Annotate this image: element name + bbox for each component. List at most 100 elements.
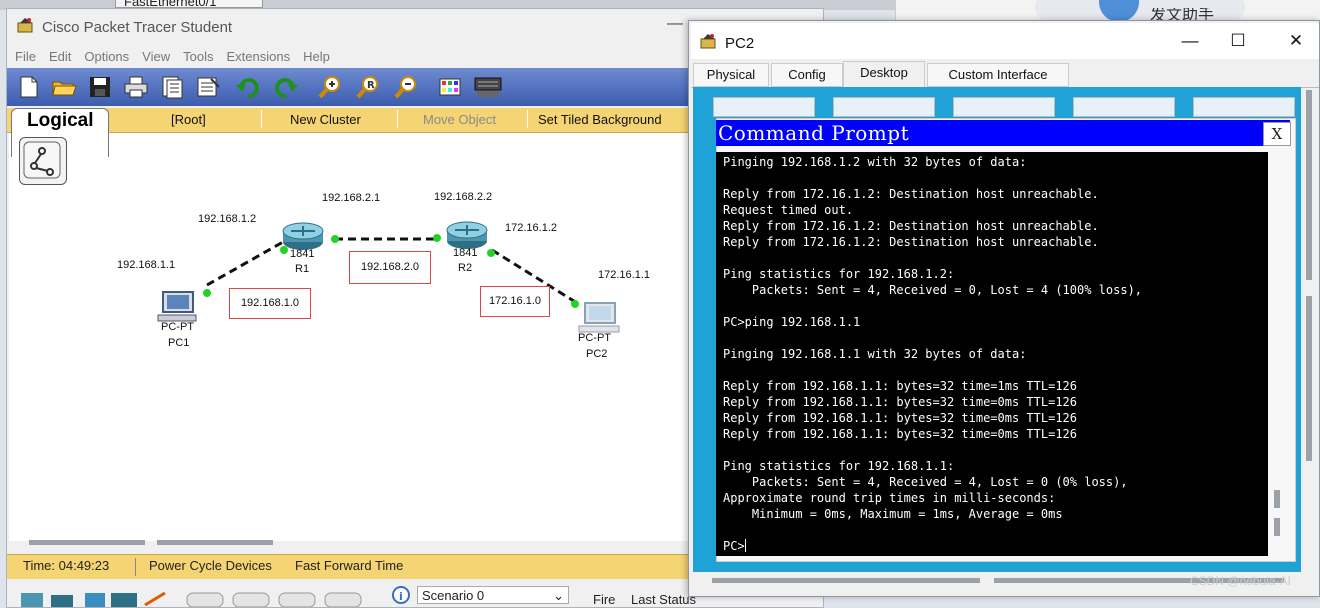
tab-custom-interface[interactable]: Custom Interface	[927, 63, 1069, 87]
palette-icon[interactable]	[437, 75, 463, 99]
chevron-down-icon: ⌄	[553, 588, 564, 603]
menu-tools[interactable]: Tools	[183, 47, 213, 67]
root-label[interactable]: [Root]	[171, 112, 206, 127]
svg-text:R: R	[367, 80, 375, 91]
notes-icon[interactable]	[195, 75, 221, 99]
separator	[261, 110, 262, 128]
watermark-text: CSDN @nebula-AI	[1190, 574, 1291, 588]
fire-column-header: Fire	[593, 592, 616, 607]
network-label-172-16-1-0[interactable]: 172.16.1.0	[480, 286, 550, 317]
menu-options[interactable]: Options	[84, 47, 129, 67]
ip-pc2: 172.16.1.1	[598, 269, 650, 281]
r2-name-label: R2	[458, 262, 473, 274]
scenario-value: Scenario 0	[422, 588, 485, 603]
set-tiled-background-button[interactable]: Set Tiled Background	[538, 112, 662, 127]
minimize-button[interactable]: —	[1175, 31, 1205, 51]
router-r2-icon[interactable]	[446, 221, 488, 249]
activity-wizard-icon[interactable]	[159, 75, 185, 99]
pc2-icon[interactable]	[578, 302, 620, 333]
terminal-scrollbar[interactable]	[1272, 490, 1282, 536]
device-type-icons[interactable]	[7, 579, 407, 607]
link-endpoint	[203, 289, 211, 297]
time-display: Time: 04:49:23	[23, 558, 110, 573]
pc2-title-bar: PC2 — ☐ ✕	[691, 23, 1319, 59]
vertical-scrollbar[interactable]	[1306, 90, 1312, 280]
minimize-button[interactable]: —	[667, 15, 683, 33]
packet-tracer-logo-icon	[700, 34, 716, 49]
command-prompt-title: Command Prompt	[718, 121, 910, 145]
close-button[interactable]: ✕	[1281, 31, 1311, 51]
move-object-button[interactable]: Move Object	[423, 112, 496, 127]
zoom-out-icon[interactable]	[393, 75, 419, 99]
link-endpoint	[433, 234, 441, 242]
desktop-app-icon[interactable]	[833, 97, 935, 117]
desktop-app-icon[interactable]	[1193, 97, 1295, 117]
pc1-model-label: PC-PT	[161, 321, 194, 333]
power-cycle-button[interactable]: Power Cycle Devices	[149, 558, 272, 573]
tab-physical[interactable]: Physical	[693, 63, 769, 87]
tab-config[interactable]: Config	[771, 63, 843, 87]
pc2-name-label: PC2	[586, 348, 608, 360]
background-tab: FastEthernet0/1	[115, 0, 263, 8]
horizontal-scrollbar[interactable]	[712, 578, 980, 583]
menu-file[interactable]: File	[15, 47, 36, 67]
horizontal-scrollbar[interactable]	[157, 540, 273, 545]
menu-help[interactable]: Help	[303, 47, 330, 67]
redo-icon[interactable]	[273, 75, 299, 99]
vertical-scrollbar[interactable]	[1306, 296, 1312, 461]
maximize-button[interactable]: ☐	[1223, 31, 1253, 51]
menu-edit[interactable]: Edit	[49, 47, 71, 67]
ip-r1-g: 192.168.1.2	[198, 213, 257, 225]
zoom-in-icon[interactable]	[317, 75, 343, 99]
tab-desktop[interactable]: Desktop	[843, 61, 925, 89]
new-cluster-button[interactable]: New Cluster	[290, 112, 361, 127]
pc2-model-label: PC-PT	[578, 332, 611, 344]
link-pc1-r1	[206, 240, 284, 287]
separator	[135, 558, 136, 576]
packet-tracer-logo-icon	[17, 18, 33, 33]
menu-view[interactable]: View	[142, 47, 170, 67]
desktop-app-icon[interactable]	[1073, 97, 1175, 117]
command-prompt-close-button[interactable]: X	[1263, 122, 1291, 146]
fast-forward-button[interactable]: Fast Forward Time	[295, 558, 403, 573]
terminal-output[interactable]: Pinging 192.168.1.2 with 32 bytes of dat…	[716, 152, 1268, 556]
ip-pc1: 192.168.1.1	[117, 259, 176, 271]
save-icon[interactable]	[87, 75, 113, 99]
separator	[397, 110, 398, 128]
menu-extensions[interactable]: Extensions	[226, 47, 290, 67]
ip-r2-g: 172.16.1.2	[505, 222, 557, 234]
open-folder-icon[interactable]	[51, 75, 77, 99]
info-icon[interactable]: i	[391, 585, 411, 605]
ip-r2-s: 192.168.2.2	[434, 191, 493, 203]
desktop-app-icon[interactable]	[953, 97, 1055, 117]
text-cursor	[744, 539, 746, 552]
terminal-text: Pinging 192.168.1.2 with 32 bytes of dat…	[723, 154, 1142, 554]
print-icon[interactable]	[123, 75, 149, 99]
pt-window-title: Cisco Packet Tracer Student	[42, 19, 233, 36]
separator	[527, 110, 528, 128]
pc2-window-title: PC2	[725, 35, 755, 52]
cluster-navigation-icon[interactable]	[19, 137, 67, 185]
last-status-column-header: Last Status	[631, 592, 697, 607]
terminal-history: Pinging 192.168.1.2 with 32 bytes of dat…	[723, 155, 1143, 521]
logical-label: Logical	[27, 110, 94, 131]
pc1-name-label: PC1	[168, 337, 190, 349]
router-r1-icon[interactable]	[282, 222, 324, 250]
scenario-select[interactable]: Scenario 0 ⌄	[417, 586, 569, 604]
new-file-icon[interactable]	[15, 75, 41, 99]
terminal-prompt: PC>	[723, 539, 745, 553]
r2-model-label: 1841	[453, 247, 478, 259]
r1-model-label: 1841	[290, 248, 315, 260]
link-endpoint	[331, 235, 339, 243]
zoom-reset-icon[interactable]: R	[355, 75, 381, 99]
ip-r1-s: 192.168.2.1	[322, 192, 381, 204]
desktop-app-icon[interactable]	[713, 97, 815, 117]
undo-icon[interactable]	[235, 75, 261, 99]
link-endpoint	[280, 246, 288, 254]
link-endpoint	[571, 300, 579, 308]
network-label-192-168-2-0[interactable]: 192.168.2.0	[349, 251, 431, 284]
network-label-192-168-1-0[interactable]: 192.168.1.0	[229, 288, 311, 319]
pc1-icon[interactable]	[157, 291, 197, 322]
horizontal-scrollbar[interactable]	[29, 540, 145, 545]
custom-device-icon[interactable]	[473, 75, 503, 99]
